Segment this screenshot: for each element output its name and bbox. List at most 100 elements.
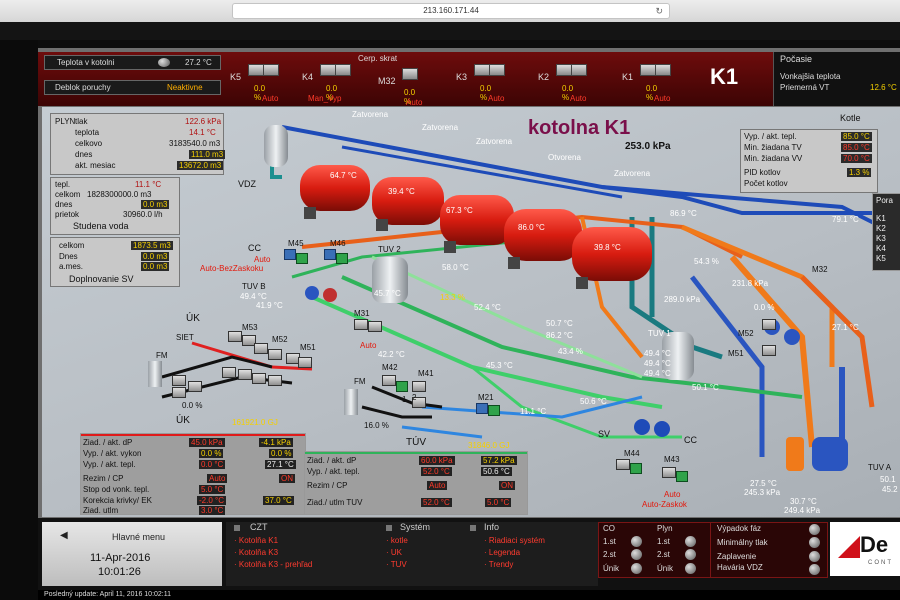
tuvb-label: TUV B	[242, 282, 266, 291]
valve-icon[interactable]	[172, 387, 186, 398]
weather-title: Počasie	[780, 54, 813, 64]
tuv-row-value[interactable]: 52.0 °C	[421, 498, 452, 507]
m53-valve-icon[interactable]	[228, 331, 242, 342]
boiler-name: K4	[302, 72, 314, 82]
uk-row-value[interactable]: -2.0 °C	[197, 496, 226, 505]
priem-label: Priemerná VT	[780, 83, 830, 92]
pump-icon	[784, 329, 800, 345]
valve-icon[interactable]	[238, 369, 252, 380]
m46-valve-icon[interactable]	[324, 249, 336, 260]
uk-row-value[interactable]: 0.0 %	[199, 449, 224, 458]
boiler-room-diagram: PLYN tlak 122.6 kPa teplota 14.1 °C celk…	[42, 107, 900, 517]
poradie-item[interactable]: K3	[876, 234, 886, 243]
sv-label: prietok	[55, 210, 80, 219]
tuv-row-value[interactable]: Auto	[427, 481, 448, 490]
uk-row-label: Rezim / CP	[83, 474, 124, 483]
valve-icon[interactable]	[188, 381, 202, 392]
m41-valve-icon[interactable]	[412, 381, 426, 392]
reload-icon[interactable]: ↻	[655, 4, 663, 18]
kotle-value: 85.0 °C	[841, 132, 872, 141]
valve-icon[interactable]	[268, 375, 282, 386]
m51-valve-icon[interactable]	[298, 357, 312, 368]
menu-bullet-icon	[386, 525, 392, 531]
menu-item-uk[interactable]: · UK	[386, 548, 402, 557]
tuv-row-value[interactable]: 60.0 kPa	[419, 456, 455, 465]
poradie-item[interactable]: K5	[876, 254, 886, 263]
menu-item-kotolna-k1[interactable]: · Kotolňa K1	[234, 536, 278, 545]
m52-valve-icon[interactable]	[254, 343, 268, 354]
navigation-menu: CZT · Kotolňa K1 · Kotolňa K3 · Kotolňa …	[226, 522, 598, 586]
m21-valve-icon[interactable]	[476, 403, 488, 414]
company-logo: De CONT	[830, 522, 900, 576]
main-menu-block[interactable]: ◀ Hlavné menu 11-Apr-2016 10:01:26	[42, 522, 222, 586]
tuv-row-value[interactable]: ON	[499, 481, 515, 490]
menu-item-kotle[interactable]: · kotle	[386, 536, 408, 545]
sv-label: celkom	[55, 190, 81, 199]
valve-icon[interactable]	[172, 375, 186, 386]
uk-row-value[interactable]: Auto	[207, 474, 228, 483]
boiler-5[interactable]	[572, 227, 652, 289]
uk-row-value[interactable]: 0.0 °C	[199, 460, 226, 469]
poradie-item[interactable]: K1	[876, 214, 886, 223]
tuv-row-value[interactable]: 5.0 °C	[485, 498, 512, 507]
menu-item-tuv[interactable]: · TUV	[386, 560, 407, 569]
temp-label: 58.0 °C	[442, 263, 469, 272]
m43-valve-icon[interactable]	[662, 467, 676, 478]
menu-item-legenda[interactable]: · Legenda	[484, 548, 520, 557]
boiler-2[interactable]	[372, 177, 444, 231]
m31-valve-icon[interactable]	[368, 321, 382, 332]
m21-valve-icon[interactable]	[488, 405, 500, 416]
uk-control-panel: Ziad. / akt. dP 45.0 kPa -4.1 kPa Vyp. /…	[80, 433, 306, 515]
boiler-4[interactable]	[504, 209, 582, 269]
m31-mode: Auto	[360, 341, 377, 350]
m43-valve-icon[interactable]	[676, 471, 688, 482]
m45-valve-icon[interactable]	[284, 249, 296, 260]
menu-item-label: kotle	[390, 536, 408, 545]
uk-row-value[interactable]: 3.0 °C	[199, 506, 226, 515]
menu-item-kotolna-k3-prehlad[interactable]: · Kotolňa K3 - prehľad	[234, 560, 312, 569]
alarm-label: Zaplavenie	[717, 552, 757, 561]
plyn-value: 111.0 m3	[189, 150, 226, 159]
deblok-row[interactable]: Deblok poruchy Neaktivne	[44, 80, 221, 95]
address-bar[interactable]: 213.160.171.44 ↻	[232, 3, 670, 19]
tuv-row-value[interactable]: 52.0 °C	[421, 467, 452, 476]
back-arrow-icon: ◀	[60, 530, 68, 541]
temp-label: 45.7 °C	[374, 289, 401, 298]
dsv-value: 0.0 m3	[141, 252, 170, 261]
temp-label: 52.4 °C	[474, 303, 501, 312]
plyn-alarm-item: 1.st	[657, 537, 670, 546]
boiler-switch-icon	[655, 64, 671, 76]
uk-row-value[interactable]: ON	[279, 474, 295, 483]
m42-valve-icon[interactable]	[382, 375, 396, 386]
m46-valve-icon[interactable]	[336, 253, 348, 264]
tuv-gj: 31846.0 GJ	[468, 441, 510, 450]
m44-valve-icon[interactable]	[630, 463, 642, 474]
menu-item-trendy[interactable]: · Trendy	[484, 560, 513, 569]
menu-item-kotolna-k3[interactable]: · Kotolňa K3	[234, 548, 278, 557]
plyn-1st-indicator-icon	[685, 536, 696, 547]
m44-valve-icon[interactable]	[616, 459, 630, 470]
flowmeter-icon	[148, 361, 162, 387]
doplnovanie-panel: celkom 1873.5 m3 Dnes 0.0 m3 a.mes. 0.0 …	[50, 237, 180, 287]
temp-label: 45.3 °C	[486, 361, 513, 370]
poradie-item[interactable]: K4	[876, 244, 886, 253]
m51-valve-icon[interactable]	[762, 345, 776, 356]
uk-row-value: 27.1 °C	[265, 460, 296, 469]
uk-row-value[interactable]: 5.0 °C	[199, 485, 226, 494]
sv-value: 0.0 m3	[141, 200, 170, 209]
uk-row-label: Ziad. utlm	[83, 506, 119, 515]
menu-item-riadiaci-system[interactable]: · Riadiaci systém	[484, 536, 545, 545]
m45-valve-icon[interactable]	[296, 253, 308, 264]
temp-label: 45.2	[882, 485, 898, 494]
m52-valve-icon[interactable]	[762, 319, 776, 330]
m53-label: M53	[242, 323, 258, 332]
poradie-item[interactable]: K2	[876, 224, 886, 233]
m31-valve-icon[interactable]	[354, 319, 368, 330]
uk-row-value[interactable]: 45.0 kPa	[189, 438, 225, 447]
valve-icon[interactable]	[252, 373, 266, 384]
valve-icon[interactable]	[222, 367, 236, 378]
sv-value: 30960.0 l/h	[123, 210, 163, 219]
m43-mode: Auto	[664, 490, 681, 499]
m42-valve-icon[interactable]	[396, 381, 408, 392]
m52-valve-icon[interactable]	[268, 349, 282, 360]
